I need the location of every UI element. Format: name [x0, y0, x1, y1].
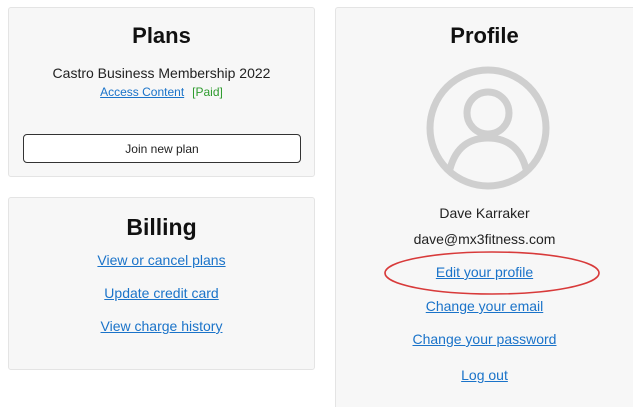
view-charge-history-link[interactable]: View charge history — [9, 318, 314, 335]
paid-status-badge: [Paid] — [192, 85, 223, 99]
profile-title: Profile — [450, 23, 519, 48]
update-credit-card-link[interactable]: Update credit card — [9, 285, 314, 302]
billing-panel: Billing View or cancel plans Update cred… — [8, 197, 315, 370]
access-content-link[interactable]: Access Content — [100, 85, 184, 99]
change-password-link[interactable]: Change your password — [336, 331, 633, 348]
plans-panel: Plans Castro Business Membership 2022 Ac… — [8, 7, 315, 177]
plans-title: Plans — [132, 23, 191, 48]
billing-title: Billing — [126, 214, 197, 240]
join-new-plan-button[interactable]: Join new plan — [23, 134, 301, 163]
user-avatar-icon — [426, 66, 550, 190]
view-cancel-plans-link[interactable]: View or cancel plans — [9, 252, 314, 269]
logout-link[interactable]: Log out — [336, 367, 633, 384]
plan-name: Castro Business Membership 2022 — [52, 65, 271, 81]
billing-links: View or cancel plans Update credit card … — [9, 252, 314, 335]
edit-profile-link[interactable]: Edit your profile — [336, 264, 633, 281]
profile-email: dave@mx3fitness.com — [413, 231, 556, 247]
profile-panel: Profile Dave Karraker dave@mx3fitness.co… — [335, 7, 633, 407]
change-email-link[interactable]: Change your email — [336, 298, 633, 315]
plan-links: Access Content [Paid] — [9, 84, 314, 100]
profile-name: Dave Karraker — [439, 205, 530, 221]
